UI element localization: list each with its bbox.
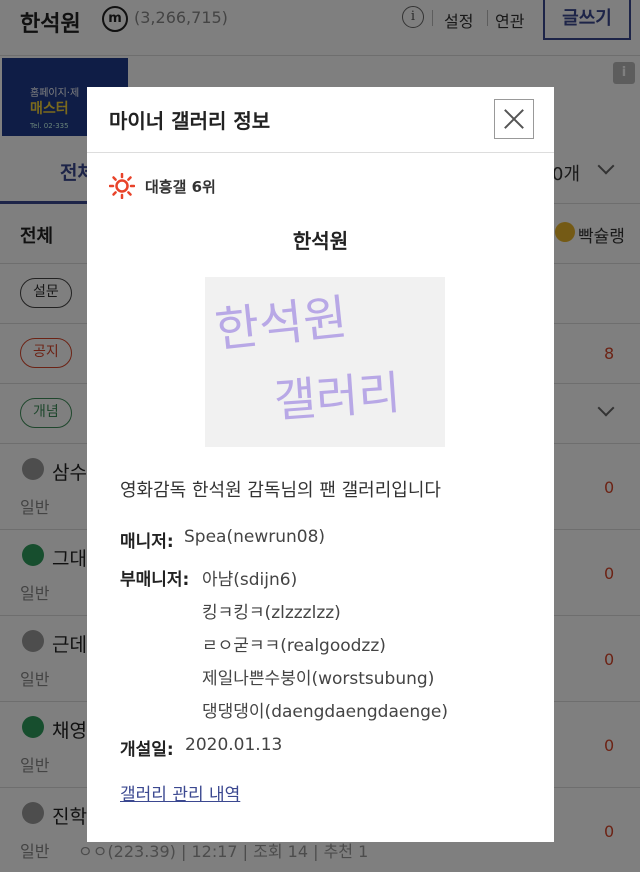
gallery-name-title: 한석원 <box>292 229 349 253</box>
submanager-item: 제일나쁜수붕이(worstsubung) <box>202 669 435 689</box>
gallery-rank: 대흥갤 6위 <box>145 178 216 196</box>
modal-header: 마이너 갤러리 정보 <box>87 87 554 153</box>
close-button[interactable] <box>494 99 534 139</box>
modal-title: 마이너 갤러리 정보 <box>109 109 271 133</box>
sun-icon <box>109 173 135 199</box>
gallery-image: 한석원 갤러리 <box>205 277 445 447</box>
gallery-history-link[interactable]: 갤러리 관리 내역 <box>120 780 240 805</box>
gallery-image-text: 갤러리 <box>272 365 402 428</box>
manager-value: Spea(newrun08) <box>184 527 326 547</box>
submanager-item: 댕댕댕이(daengdaengdaenge) <box>202 702 448 722</box>
opened-date: 2020.01.13 <box>185 735 283 755</box>
gallery-description: 영화감독 한석원 감독님의 팬 갤러리입니다 <box>120 480 441 501</box>
gallery-info-modal: 마이너 갤러리 정보 대흥갤 6위 한석원 한석원 갤러리 영화감독 한석원 감… <box>87 87 554 842</box>
submanager-item: ㄹㅇ굳ㅋㅋ(realgoodzz) <box>202 636 386 656</box>
submanager-item: 킹ㅋ킹ㅋ(zlzzzlzz) <box>202 603 341 623</box>
submanager-item: 아냠(sdijn6) <box>202 570 298 590</box>
gallery-image-text: 한석원 <box>212 289 350 359</box>
manager-label: 매니저: <box>120 532 174 552</box>
submanager-label: 부매니저: <box>120 570 190 590</box>
opened-label: 개설일: <box>120 740 174 760</box>
